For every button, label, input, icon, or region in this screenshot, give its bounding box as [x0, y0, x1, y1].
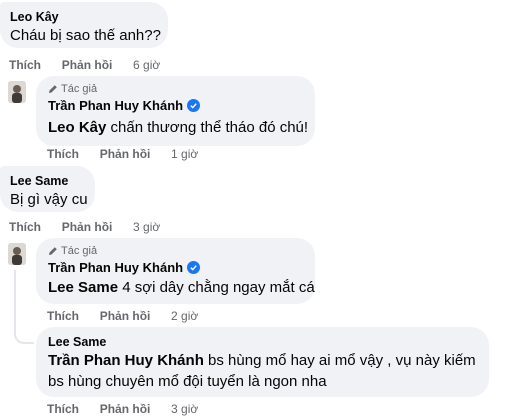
reply-bubble: Tác giả Trần Phan Huy Khánh Lee Same 4 s…: [36, 238, 315, 304]
comment-text-line-2: bs hùng chuyên mổ đội tuyển là ngon nha: [48, 373, 327, 390]
comment-text: Bị gì vậy cu: [10, 191, 88, 208]
verified-badge-icon: [187, 261, 201, 274]
comment-author[interactable]: Lee Same: [10, 174, 68, 188]
comment-text: chấn thương thể tháo đó chú!: [110, 119, 309, 136]
comment-author[interactable]: Lee Same: [48, 335, 106, 349]
comment-author[interactable]: Trần Phan Huy Khánh: [48, 260, 183, 275]
comment-actions: Thích Phản hồi 1 giờ: [47, 147, 198, 161]
comment-actions: Thích Phản hồi 2 giờ: [47, 309, 198, 323]
comment-bubble: Lee Same Bị gì vậy cu: [0, 166, 95, 212]
mention-tag[interactable]: Lee Same: [48, 279, 118, 296]
avatar[interactable]: [8, 243, 26, 265]
comment-author[interactable]: Leo Kây: [10, 10, 59, 24]
thread-line: [14, 270, 34, 344]
comment-time[interactable]: 3 giờ: [171, 402, 198, 416]
reply-button[interactable]: Phản hồi: [100, 147, 151, 161]
comment-bubble: Leo Kây Cháu bị sao thế anh??: [0, 2, 168, 48]
comment-actions: Thích Phản hồi 3 giờ: [47, 402, 198, 416]
avatar-photo: [8, 243, 26, 265]
comment-time[interactable]: 3 giờ: [133, 220, 160, 234]
comment-time[interactable]: 2 giờ: [171, 309, 198, 323]
author-badge-text: Tác giả: [61, 83, 98, 95]
pencil-icon: [49, 85, 57, 93]
like-button[interactable]: Thích: [47, 402, 79, 416]
comment-actions: Thích Phản hồi 3 giờ: [9, 220, 160, 234]
reply-bubble: Lee Same Trần Phan Huy Khánh bs hùng mổ …: [36, 327, 489, 397]
reply-button[interactable]: Phản hồi: [100, 309, 151, 323]
reply-bubble: Tác giả Trần Phan Huy Khánh Leo Kây chấn…: [36, 76, 315, 146]
author-label: Tác giả: [48, 245, 97, 257]
comment-text-line-1: bs hùng mổ hay ai mổ vậy , vụ này kiếm: [208, 352, 476, 369]
author-label: Tác giả: [48, 83, 97, 95]
mention-tag[interactable]: Leo Kây: [48, 119, 106, 136]
mention-tag[interactable]: Trần Phan Huy Khánh: [48, 352, 204, 369]
reply-button[interactable]: Phản hồi: [62, 58, 113, 72]
comment-author[interactable]: Trần Phan Huy Khánh: [48, 98, 183, 113]
comment-text: 4 sợi dây chằng ngay mắt cá: [122, 279, 315, 296]
like-button[interactable]: Thích: [9, 58, 41, 72]
pencil-icon: [49, 247, 57, 255]
like-button[interactable]: Thích: [47, 309, 79, 323]
comment-time[interactable]: 6 giờ: [133, 58, 160, 72]
avatar-photo: [8, 81, 26, 103]
verified-badge-icon: [187, 99, 201, 112]
like-button[interactable]: Thích: [47, 147, 79, 161]
comment-text: Cháu bị sao thế anh??: [10, 27, 161, 44]
author-badge-text: Tác giả: [61, 245, 98, 257]
like-button[interactable]: Thích: [9, 220, 41, 234]
comment-actions: Thích Phản hồi 6 giờ: [9, 58, 160, 72]
avatar[interactable]: [8, 81, 26, 103]
comment-time[interactable]: 1 giờ: [171, 147, 198, 161]
reply-button[interactable]: Phản hồi: [62, 220, 113, 234]
reply-button[interactable]: Phản hồi: [100, 402, 151, 416]
